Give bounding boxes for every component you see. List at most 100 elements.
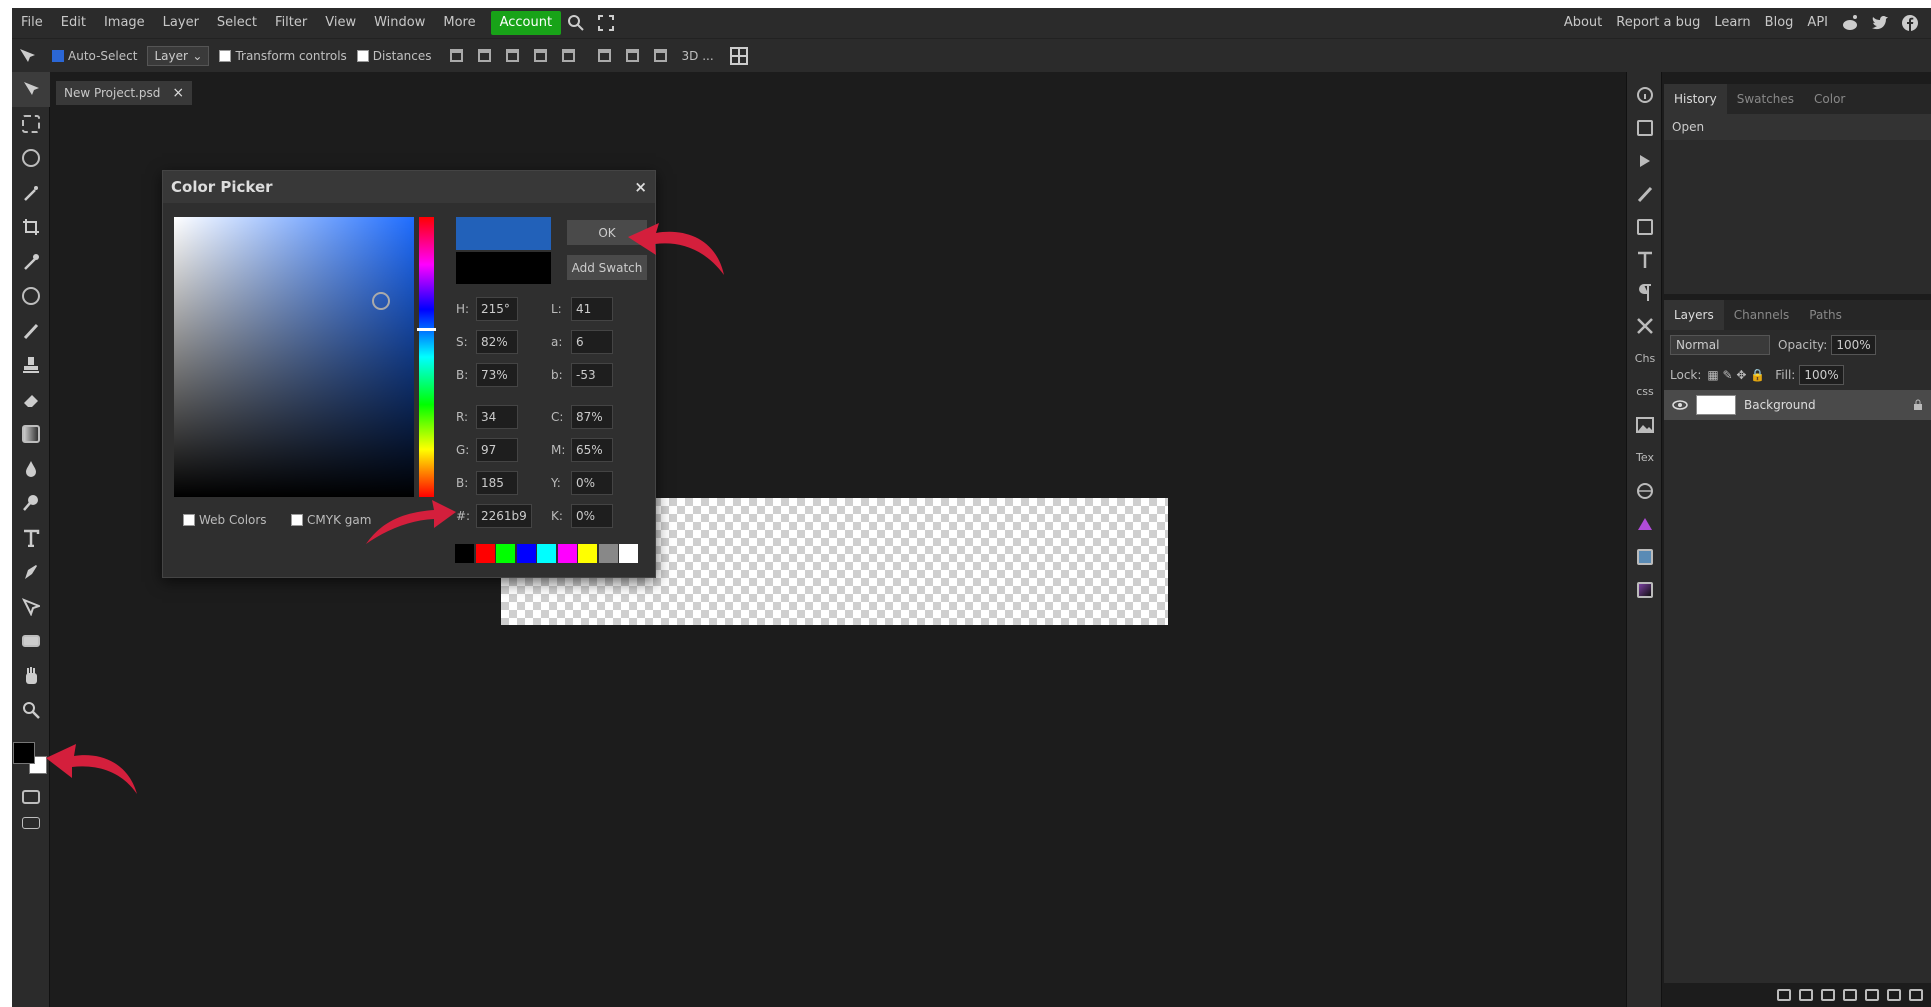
screen-mode-tool[interactable] — [12, 806, 50, 841]
opacity-input[interactable]: 100% — [1831, 335, 1876, 355]
preset-swatch[interactable] — [578, 544, 597, 563]
effects-icon[interactable] — [1799, 989, 1813, 1001]
blue-input[interactable]: 185 — [476, 471, 518, 495]
align-center-icon[interactable] — [502, 45, 524, 67]
menu-select[interactable]: Select — [208, 11, 266, 35]
path-select-tool[interactable] — [12, 590, 50, 625]
reddit-icon[interactable] — [1835, 11, 1865, 35]
new-layer-icon[interactable] — [1887, 989, 1901, 1001]
auto-select-check-box[interactable] — [52, 49, 64, 62]
crop-tool[interactable] — [12, 210, 50, 245]
layer-row[interactable]: Background — [1664, 390, 1931, 420]
preset-swatch[interactable] — [598, 544, 618, 563]
menu-learn[interactable]: Learn — [1707, 11, 1757, 35]
menu-blog[interactable]: Blog — [1758, 11, 1801, 35]
lab-b-input[interactable]: -53 — [571, 363, 613, 387]
photo-icon[interactable] — [1627, 540, 1663, 573]
dodge-tool[interactable] — [12, 486, 50, 521]
search-icon[interactable] — [561, 11, 591, 35]
distances-check-box[interactable] — [356, 49, 369, 62]
web-colors-checkbox[interactable]: Web Colors — [183, 513, 267, 527]
menu-window[interactable]: Window — [365, 11, 434, 35]
lasso-tool[interactable] — [12, 141, 50, 176]
align-right-icon[interactable] — [530, 45, 552, 67]
align-download-icon[interactable] — [446, 45, 468, 67]
marquee-tool[interactable] — [12, 107, 50, 142]
folder-icon[interactable] — [1865, 989, 1879, 1001]
close-tab-icon[interactable]: × — [172, 85, 184, 101]
brightness-input[interactable]: 73% — [476, 363, 518, 387]
document-tab[interactable]: New Project.psd × — [56, 81, 193, 105]
eyedropper-tool[interactable] — [12, 245, 50, 280]
tab-layers[interactable]: Layers — [1664, 300, 1724, 330]
eraser-tool[interactable] — [12, 383, 50, 418]
gradient-map-icon[interactable] — [1627, 573, 1663, 606]
history-item[interactable]: Open — [1664, 114, 1931, 140]
magenta-input[interactable]: 65% — [571, 438, 613, 462]
lock-icons[interactable]: ▦ ✎ ✥ 🔒 — [1707, 368, 1765, 382]
lab-l-input[interactable]: 41 — [571, 297, 613, 321]
fill-input[interactable]: 100% — [1799, 365, 1844, 385]
hue-slider-handle[interactable] — [417, 328, 436, 331]
menu-about[interactable]: About — [1557, 11, 1609, 35]
saturation-input[interactable]: 82% — [476, 330, 518, 354]
auto-select-checkbox[interactable]: Auto-Select — [52, 49, 137, 63]
twitter-icon[interactable] — [1865, 11, 1895, 35]
menu-filter[interactable]: Filter — [266, 11, 316, 35]
cyan-input[interactable]: 87% — [571, 405, 613, 429]
clone-source-icon[interactable] — [1627, 210, 1663, 243]
distances-checkbox[interactable]: Distances — [356, 49, 432, 63]
character-icon[interactable] — [1627, 243, 1663, 276]
blend-mode-dropdown[interactable]: Normal — [1670, 335, 1770, 355]
close-icon[interactable]: × — [634, 178, 647, 196]
three-d-label[interactable]: 3D ... — [682, 49, 714, 63]
hue-slider[interactable] — [417, 217, 436, 497]
type-tool[interactable] — [12, 521, 50, 556]
adjustment-icon[interactable] — [1843, 989, 1857, 1001]
cmyk-gamut-check-box[interactable] — [291, 514, 303, 526]
cmyk-gamut-checkbox[interactable]: CMYK gam — [291, 513, 371, 527]
align-vertical-icon[interactable] — [558, 45, 580, 67]
lab-a-input[interactable]: 6 — [571, 330, 613, 354]
preset-swatch[interactable] — [537, 544, 556, 563]
mask-icon[interactable] — [1821, 989, 1835, 1001]
tab-channels[interactable]: Channels — [1724, 308, 1800, 322]
zoom-tool[interactable] — [12, 693, 50, 728]
tools-x-icon[interactable] — [1627, 309, 1663, 342]
menu-more[interactable]: More — [434, 11, 484, 35]
gradient-tool[interactable] — [12, 417, 50, 452]
account-button[interactable]: Account — [490, 11, 562, 35]
yellow-input[interactable]: 0% — [571, 471, 613, 495]
brush-tool[interactable] — [12, 314, 50, 349]
css-icon[interactable]: css — [1627, 375, 1663, 408]
paragraph-icon[interactable] — [1627, 276, 1663, 309]
menu-edit[interactable]: Edit — [52, 11, 95, 35]
shapes-icon[interactable] — [1627, 507, 1663, 540]
menu-file[interactable]: File — [12, 11, 52, 35]
pen-tool[interactable] — [12, 555, 50, 590]
tab-color[interactable]: Color — [1804, 92, 1855, 106]
tab-history[interactable]: History — [1664, 84, 1727, 114]
menu-view[interactable]: View — [316, 11, 365, 35]
healing-tool[interactable] — [12, 279, 50, 314]
color-cursor[interactable] — [372, 292, 390, 310]
dialog-header[interactable]: Color Picker × — [163, 171, 655, 203]
green-input[interactable]: 97 — [476, 438, 518, 462]
red-input[interactable]: 34 — [476, 405, 518, 429]
saturation-brightness-field[interactable] — [174, 217, 414, 497]
hand-tool[interactable] — [12, 659, 50, 694]
stamp-tool[interactable] — [12, 348, 50, 383]
auto-select-target-dropdown[interactable]: Layer ⌄ — [147, 45, 210, 66]
text-icon[interactable]: Tex — [1627, 441, 1663, 474]
foreground-color-swatch[interactable] — [13, 742, 35, 764]
brush-settings-icon[interactable] — [1627, 177, 1663, 210]
info-icon[interactable] — [1627, 78, 1663, 111]
blur-tool[interactable] — [12, 452, 50, 487]
preset-swatch[interactable] — [619, 544, 638, 563]
grid-icon[interactable] — [728, 45, 750, 67]
transform-controls-check-box[interactable] — [219, 49, 232, 62]
align-top-icon[interactable] — [594, 45, 616, 67]
character-styles-icon[interactable]: Chs — [1627, 342, 1663, 375]
image-icon[interactable] — [1627, 408, 1663, 441]
menu-report-bug[interactable]: Report a bug — [1609, 11, 1707, 35]
